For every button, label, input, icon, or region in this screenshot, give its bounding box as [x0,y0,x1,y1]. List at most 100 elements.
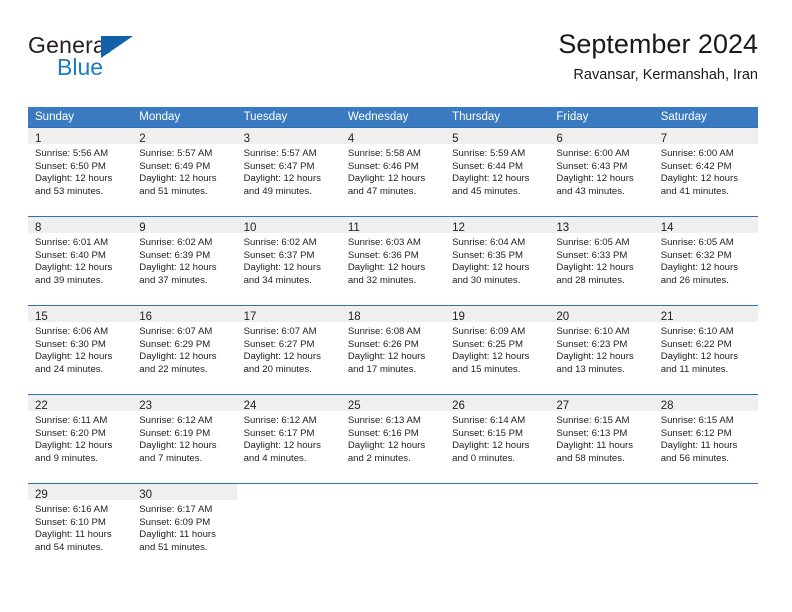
calendar-day-cell[interactable]: 28 Sunrise: 6:15 AM Sunset: 6:12 PM Dayligh… [653,394,758,484]
daylight-text-line2: and 20 minutes. [243,363,312,375]
sunrise-text: Sunrise: 6:10 AM [660,326,734,337]
calendar-day-cell[interactable]: 6 Sunrise: 6:00 AM Sunset: 6:43 PM Daylight… [549,127,654,217]
sunset-text: Sunset: 6:10 PM [35,516,106,528]
sunrise-text: Sunrise: 6:15 AM [556,415,630,426]
day-number-band: 6 [549,128,654,145]
sunset-text: Sunset: 6:49 PM [139,160,211,172]
calendar-empty-cell [549,483,654,572]
calendar-day-cell[interactable]: 30 Sunrise: 6:17 AM Sunset: 6:09 PM Dayligh… [132,483,237,572]
calendar-day-cell[interactable]: 15 Sunrise: 6:06 AM Sunset: 6:30 PM Dayligh… [28,305,133,395]
day-number-band: 2 [132,128,237,145]
sunrise-text: Sunrise: 6:17 AM [139,504,213,515]
sunset-text: Sunset: 6:19 PM [139,427,211,439]
daylight-text-line2: and 43 minutes. [556,185,625,197]
day-number-band: 3 [236,128,341,145]
sunrise-text: Sunrise: 6:02 AM [139,237,213,248]
calendar-day-cell[interactable]: 22 Sunrise: 6:11 AM Sunset: 6:20 PM Dayligh… [28,394,133,484]
calendar-table: Sunday Monday Tuesday Wednesday Thursday Frid… [28,107,758,572]
day-number: 10 [243,222,257,234]
day-number-band: 16 [132,306,237,323]
sunset-text: Sunset: 6:22 PM [660,338,732,350]
calendar-day-cell[interactable]: 8 Sunrise: 6:01 AM Sunset: 6:40 PM Daylight… [28,216,133,306]
sunrise-text: Sunrise: 6:07 AM [139,326,213,337]
day-info: Sunrise: 5:56 AM Sunset: 6:50 PM Daylight:… [28,145,132,198]
calendar-day-cell[interactable]: 9 Sunrise: 6:02 AM Sunset: 6:39 PM Daylight… [132,216,237,306]
calendar-day-cell[interactable]: 11 Sunrise: 6:03 AM Sunset: 6:36 PM Dayligh… [340,216,446,306]
sunset-text: Sunset: 6:39 PM [139,249,211,261]
day-number-band: 24 [236,395,341,412]
day-info: Sunrise: 5:57 AM Sunset: 6:49 PM Daylight:… [132,145,236,198]
calendar-day-cell[interactable]: 25 Sunrise: 6:13 AM Sunset: 6:16 PM Dayligh… [340,394,446,484]
calendar-day-cell[interactable]: 12 Sunrise: 6:04 AM Sunset: 6:35 PM Dayligh… [445,216,550,306]
daylight-text-line1: Daylight: 12 hours [556,262,634,274]
sunset-text: Sunset: 6:26 PM [347,338,419,350]
page-title: September 2024 [558,29,758,59]
calendar-day-cell[interactable]: 4 Sunrise: 5:58 AM Sunset: 6:46 PM Daylight… [340,127,446,217]
daylight-text-line2: and 49 minutes. [243,185,312,197]
sunset-text: Sunset: 6:36 PM [347,249,419,261]
sunrise-text: Sunrise: 6:08 AM [347,326,421,337]
daylight-text-line1: Daylight: 12 hours [347,173,426,185]
calendar-day-cell[interactable]: 23 Sunrise: 6:12 AM Sunset: 6:19 PM Dayligh… [132,394,237,484]
daylight-text-line1: Daylight: 12 hours [35,173,113,185]
sunrise-text: Sunrise: 5:57 AM [243,148,317,159]
calendar-week-row: 1 Sunrise: 5:56 AM Sunset: 6:50 PM Daylight… [28,127,758,217]
day-number-band: 13 [549,217,654,234]
daylight-text-line2: and 24 minutes. [35,363,104,375]
calendar-day-cell[interactable]: 19 Sunrise: 6:09 AM Sunset: 6:25 PM Dayligh… [445,305,550,395]
day-info [445,501,549,504]
day-number-band [445,484,549,501]
calendar-day-cell[interactable]: 2 Sunrise: 5:57 AM Sunset: 6:49 PM Daylight… [132,127,237,217]
day-number: 5 [452,133,459,145]
daylight-text-line1: Daylight: 12 hours [347,262,426,274]
calendar-day-cell[interactable]: 5 Sunrise: 5:59 AM Sunset: 6:44 PM Daylight… [445,127,550,217]
calendar-day-cell[interactable]: 17 Sunrise: 6:07 AM Sunset: 6:27 PM Dayligh… [236,305,341,395]
calendar-day-cell[interactable]: 14 Sunrise: 6:05 AM Sunset: 6:32 PM Dayligh… [653,216,758,306]
calendar-day-cell[interactable]: 20 Sunrise: 6:10 AM Sunset: 6:23 PM Dayligh… [549,305,654,395]
day-number: 23 [139,400,153,412]
calendar-day-cell[interactable]: 3 Sunrise: 5:57 AM Sunset: 6:47 PM Daylight… [236,127,341,217]
calendar-day-cell[interactable]: 27 Sunrise: 6:15 AM Sunset: 6:13 PM Dayligh… [549,394,654,484]
calendar-day-cell[interactable]: 13 Sunrise: 6:05 AM Sunset: 6:33 PM Dayligh… [549,216,654,306]
calendar-day-cell[interactable]: 7 Sunrise: 6:00 AM Sunset: 6:42 PM Daylight… [653,127,758,217]
daylight-text-line1: Daylight: 11 hours [35,529,112,541]
day-number: 8 [35,222,42,234]
day-info: Sunrise: 6:01 AM Sunset: 6:40 PM Daylight:… [28,234,132,287]
day-info: Sunrise: 6:12 AM Sunset: 6:19 PM Daylight:… [132,412,236,465]
sunrise-text: Sunrise: 6:15 AM [660,415,734,426]
day-number: 16 [139,311,153,323]
day-number: 22 [35,400,48,412]
daylight-text-line1: Daylight: 12 hours [35,262,113,274]
calendar-day-cell[interactable]: 24 Sunrise: 6:12 AM Sunset: 6:17 PM Dayligh… [236,394,341,484]
day-number-band: 20 [549,306,654,323]
calendar-day-cell[interactable]: 10 Sunrise: 6:02 AM Sunset: 6:37 PM Dayligh… [236,216,341,306]
calendar-day-cell[interactable]: 1 Sunrise: 5:56 AM Sunset: 6:50 PM Daylight… [28,127,133,217]
sunset-text: Sunset: 6:44 PM [452,160,524,172]
sunrise-text: Sunrise: 6:13 AM [347,415,421,426]
sunset-text: Sunset: 6:27 PM [243,338,315,350]
day-number: 26 [452,400,465,412]
calendar-day-cell[interactable]: 16 Sunrise: 6:07 AM Sunset: 6:29 PM Dayligh… [132,305,237,395]
sunrise-text: Sunrise: 6:16 AM [35,504,109,515]
calendar-day-cell[interactable]: 26 Sunrise: 6:14 AM Sunset: 6:15 PM Dayligh… [445,394,550,484]
day-number-band [654,484,758,501]
sunset-text: Sunset: 6:15 PM [452,427,524,439]
weekday-header-sunday: Sunday [28,107,133,128]
day-info: Sunrise: 6:05 AM Sunset: 6:33 PM Daylight:… [549,234,653,287]
daylight-text-line1: Daylight: 12 hours [35,440,113,452]
sunrise-text: Sunrise: 6:05 AM [556,237,630,248]
daylight-text-line1: Daylight: 11 hours [660,440,738,452]
sunset-text: Sunset: 6:12 PM [660,427,732,439]
daylight-text-line1: Daylight: 12 hours [660,351,739,363]
day-info: Sunrise: 6:06 AM Sunset: 6:30 PM Daylight:… [28,323,132,376]
calendar-week-row: 8 Sunrise: 6:01 AM Sunset: 6:40 PM Daylight… [28,216,758,306]
daylight-text-line2: and 22 minutes. [139,363,208,375]
weekday-header-wednesday: Wednesday [340,107,446,128]
day-number: 12 [452,222,465,234]
day-info: Sunrise: 6:14 AM Sunset: 6:15 PM Daylight:… [445,412,549,465]
calendar-day-cell[interactable]: 21 Sunrise: 6:10 AM Sunset: 6:22 PM Dayligh… [653,305,758,395]
calendar-day-cell[interactable]: 29 Sunrise: 6:16 AM Sunset: 6:10 PM Dayligh… [28,483,133,572]
general-blue-logo[interactable]: General Blue [28,32,148,88]
day-number-band: 11 [340,217,446,234]
calendar-day-cell[interactable]: 18 Sunrise: 6:08 AM Sunset: 6:26 PM Dayligh… [340,305,446,395]
